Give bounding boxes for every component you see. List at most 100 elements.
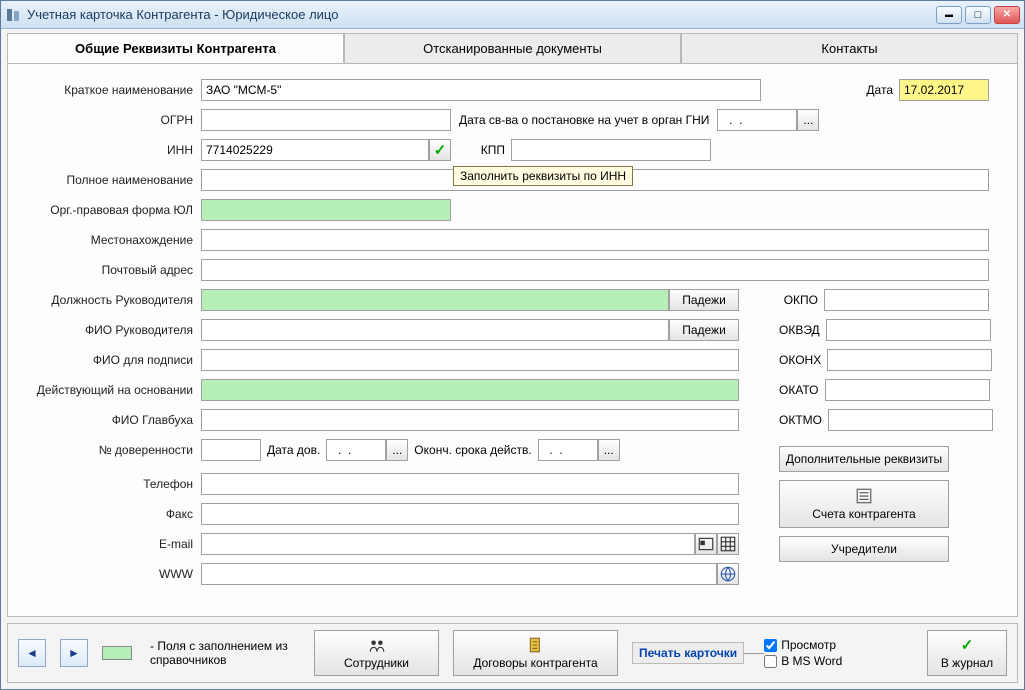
proxy-date-picker-button[interactable]: ... bbox=[386, 439, 408, 461]
glavbuh-field[interactable] bbox=[201, 409, 739, 431]
journal-button[interactable]: ✓ В журнал bbox=[927, 630, 1007, 676]
label-okato: ОКАТО bbox=[779, 383, 825, 397]
accounts-button[interactable]: Счета контрагента bbox=[779, 480, 949, 528]
postaddr-field[interactable] bbox=[201, 259, 989, 281]
next-button[interactable]: ► bbox=[60, 639, 88, 667]
orgform-field[interactable] bbox=[201, 199, 451, 221]
label-kpp: КПП bbox=[451, 143, 511, 157]
okved-field[interactable] bbox=[826, 319, 991, 341]
proxy-end-picker-button[interactable]: ... bbox=[598, 439, 620, 461]
prev-button[interactable]: ◄ bbox=[18, 639, 46, 667]
staff-button-label: Сотрудники bbox=[344, 656, 409, 670]
tab-bar: Общие Реквизиты Контрагента Отсканирован… bbox=[7, 33, 1018, 63]
email-action2-button[interactable] bbox=[717, 533, 739, 555]
label-head-fio: ФИО Руководителя bbox=[36, 323, 201, 337]
label-phone: Телефон bbox=[36, 477, 201, 491]
label-cert-date: Дата св-ва о постановке на учет в орган … bbox=[451, 113, 717, 127]
okonh-field[interactable] bbox=[827, 349, 992, 371]
bottom-panel: ◄ ► - Поля с заполнением из справочников… bbox=[7, 623, 1018, 683]
label-proxy-date: Дата дов. bbox=[261, 443, 326, 457]
shortname-field[interactable] bbox=[201, 79, 761, 101]
legend-text: - Поля с заполнением из справочников bbox=[150, 639, 300, 668]
label-fullname: Полное наименование bbox=[36, 173, 201, 187]
founders-button[interactable]: Учредители bbox=[779, 536, 949, 562]
www-browse-button[interactable] bbox=[717, 563, 739, 585]
acting-field[interactable] bbox=[201, 379, 739, 401]
cases-button-1[interactable]: Падежи bbox=[669, 289, 739, 311]
arrow-right-icon: ► bbox=[68, 646, 80, 660]
card-icon bbox=[697, 535, 715, 553]
label-www: WWW bbox=[36, 567, 201, 581]
tab-contacts[interactable]: Контакты bbox=[681, 33, 1018, 63]
label-inn: ИНН bbox=[36, 143, 201, 157]
arrow-left-icon: ◄ bbox=[26, 646, 38, 660]
label-proxy-no: № доверенности bbox=[36, 443, 201, 457]
label-fax: Факс bbox=[36, 507, 201, 521]
staff-button[interactable]: Сотрудники bbox=[314, 630, 439, 676]
okpo-field[interactable] bbox=[824, 289, 989, 311]
www-field[interactable] bbox=[201, 563, 717, 585]
okato-field[interactable] bbox=[825, 379, 990, 401]
label-date: Дата bbox=[866, 83, 899, 97]
close-button[interactable] bbox=[994, 6, 1020, 24]
preview-checkbox-label: Просмотр bbox=[781, 638, 836, 652]
label-postaddr: Почтовый адрес bbox=[36, 263, 201, 277]
print-group: Печать карточки Просмотр В MS Word bbox=[632, 638, 842, 668]
label-email: E-mail bbox=[36, 537, 201, 551]
legend-swatch bbox=[102, 646, 132, 660]
tab-scanned[interactable]: Отсканированные документы bbox=[344, 33, 681, 63]
msword-checkbox-input[interactable] bbox=[764, 655, 777, 668]
label-okonh: ОКОНХ bbox=[779, 353, 827, 367]
cert-date-picker-button[interactable]: ... bbox=[797, 109, 819, 131]
label-acting: Действующий на основании bbox=[36, 383, 201, 397]
cert-date-field[interactable] bbox=[717, 109, 797, 131]
accounts-button-label: Счета контрагента bbox=[812, 507, 915, 521]
extra-requisites-button[interactable]: Дополнительные реквизиты bbox=[779, 446, 949, 472]
date-field[interactable] bbox=[899, 79, 989, 101]
label-proxy-end: Оконч. срока действ. bbox=[408, 443, 537, 457]
ogrn-field[interactable] bbox=[201, 109, 451, 131]
print-card-button[interactable]: Печать карточки bbox=[632, 642, 744, 664]
label-shortname: Краткое наименование bbox=[36, 83, 201, 97]
phone-field[interactable] bbox=[201, 473, 739, 495]
accounts-icon bbox=[855, 487, 873, 505]
location-field[interactable] bbox=[201, 229, 989, 251]
window-title: Учетная карточка Контрагента - Юридическ… bbox=[27, 7, 936, 22]
kpp-field[interactable] bbox=[511, 139, 711, 161]
tooltip-inn: Заполнить реквизиты по ИНН bbox=[453, 166, 633, 186]
head-pos-field[interactable] bbox=[201, 289, 669, 311]
proxy-no-field[interactable] bbox=[201, 439, 261, 461]
journal-button-label: В журнал bbox=[941, 656, 993, 670]
preview-checkbox[interactable]: Просмотр bbox=[764, 638, 842, 652]
label-location: Местонахождение bbox=[36, 233, 201, 247]
cases-button-2[interactable]: Падежи bbox=[669, 319, 739, 341]
fax-field[interactable] bbox=[201, 503, 739, 525]
oktmo-field[interactable] bbox=[828, 409, 993, 431]
print-connector bbox=[744, 653, 764, 654]
contracts-button[interactable]: Договоры контрагента bbox=[453, 630, 618, 676]
minimize-button[interactable] bbox=[936, 6, 962, 24]
proxy-end-field[interactable] bbox=[538, 439, 598, 461]
msword-checkbox[interactable]: В MS Word bbox=[764, 654, 842, 668]
sign-fio-field[interactable] bbox=[201, 349, 739, 371]
maximize-button[interactable] bbox=[965, 6, 991, 24]
label-okved: ОКВЭД bbox=[779, 323, 826, 337]
head-fio-field[interactable] bbox=[201, 319, 669, 341]
inn-field[interactable] bbox=[201, 139, 429, 161]
proxy-date-field[interactable] bbox=[326, 439, 386, 461]
grid-icon bbox=[719, 535, 737, 553]
tab-main[interactable]: Общие Реквизиты Контрагента bbox=[7, 33, 344, 63]
staff-icon bbox=[368, 636, 386, 654]
email-field[interactable] bbox=[201, 533, 695, 555]
label-oktmo: ОКТМО bbox=[779, 413, 828, 427]
label-glavbuh: ФИО Главбуха bbox=[36, 413, 201, 427]
label-sign-fio: ФИО для подписи bbox=[36, 353, 201, 367]
email-action1-button[interactable] bbox=[695, 533, 717, 555]
label-head-pos: Должность Руководителя bbox=[36, 293, 201, 307]
inn-check-button[interactable]: ✓ bbox=[429, 139, 451, 161]
app-icon bbox=[5, 7, 21, 23]
check-icon: ✓ bbox=[961, 636, 974, 654]
check-icon: ✓ bbox=[434, 141, 447, 159]
contracts-button-label: Договоры контрагента bbox=[473, 656, 597, 670]
preview-checkbox-input[interactable] bbox=[764, 639, 777, 652]
